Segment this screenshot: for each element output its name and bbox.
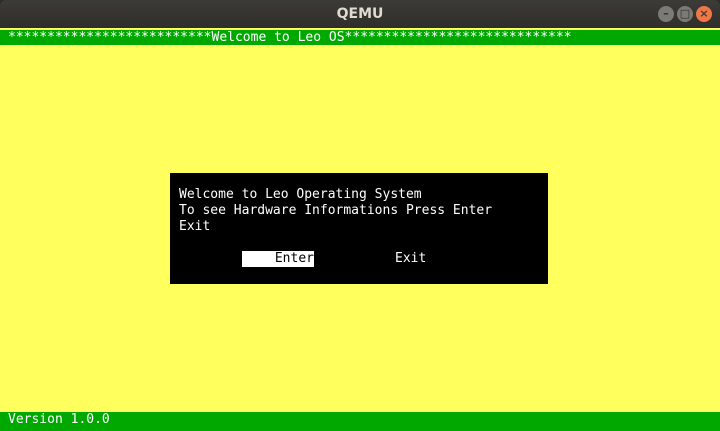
footer-bar: Version 1.0.0 [0, 412, 720, 427]
header-bar: **************************Welcome to Leo… [0, 30, 720, 45]
maximize-button[interactable]: □ [677, 6, 693, 22]
dialog-line-welcome: Welcome to Leo Operating System [179, 187, 422, 202]
close-button[interactable]: × [696, 6, 712, 22]
dialog-line-instructions: To see Hardware Informations Press Enter [179, 203, 493, 218]
window-title: QEMU [336, 6, 384, 22]
qemu-window: QEMU – □ × **************************Wel… [0, 0, 720, 431]
title-bar[interactable]: QEMU – □ × [0, 0, 720, 28]
enter-button[interactable]: Enter [242, 251, 314, 267]
exit-button[interactable]: Exit [395, 251, 426, 267]
dialog-line-exit: Exit [179, 219, 211, 234]
version-text: Version 1.0.0 [8, 412, 110, 427]
footer-strip [0, 427, 720, 431]
welcome-dialog: Welcome to Leo Operating System To see H… [170, 173, 548, 284]
header-text: **************************Welcome to Leo… [8, 30, 572, 45]
guest-screen[interactable]: **************************Welcome to Leo… [0, 28, 720, 431]
minimize-button[interactable]: – [658, 6, 674, 22]
